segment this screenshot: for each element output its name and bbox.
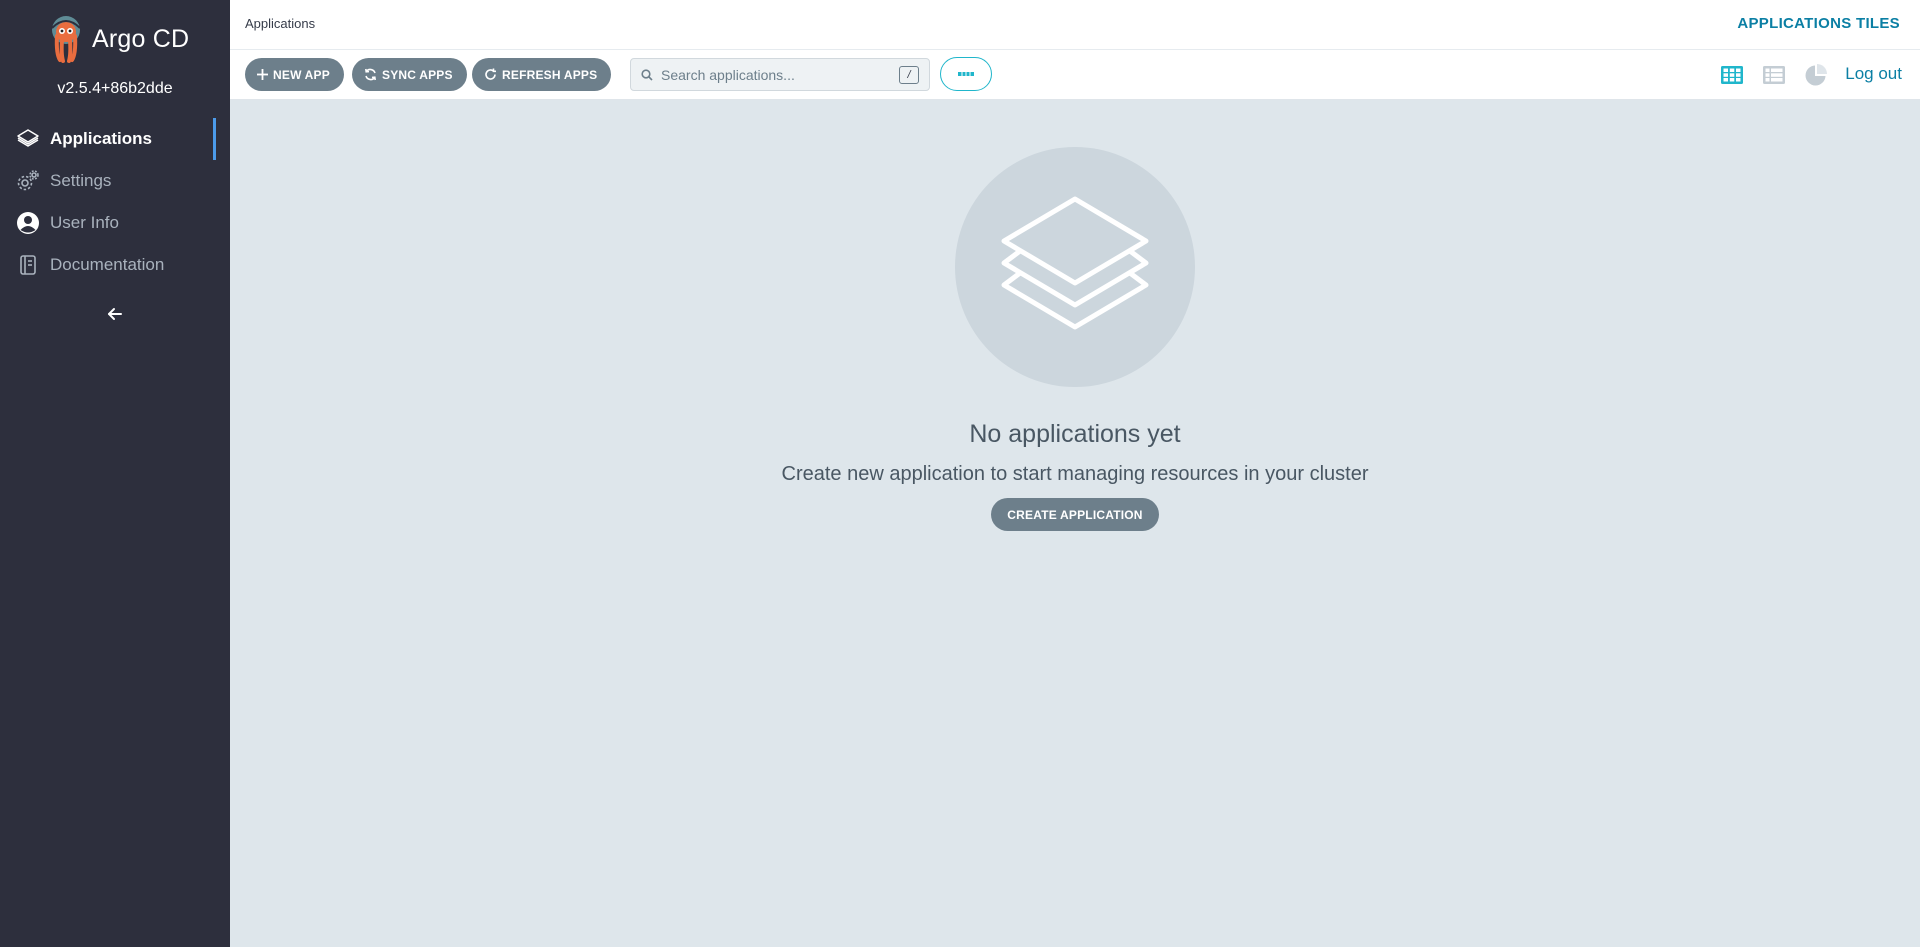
search-box: / [630, 58, 930, 91]
list-view-icon[interactable] [1762, 63, 1786, 87]
plus-icon [257, 69, 268, 80]
search-input[interactable] [661, 66, 881, 83]
book-icon [16, 253, 40, 277]
refresh-apps-label: REFRESH APPS [502, 67, 598, 82]
search-icon [641, 68, 653, 81]
refresh-apps-button[interactable]: REFRESH APPS [472, 58, 612, 91]
sidebar: Argo CD v2.5.4+86b2dde Applications Sett… [0, 0, 230, 947]
sidebar-item-label: Documentation [50, 255, 165, 274]
layers-icon [1001, 196, 1149, 330]
sync-apps-label: SYNC APPS [382, 67, 453, 82]
arrow-left-icon [108, 308, 122, 320]
breadcrumb[interactable]: Applications [245, 16, 315, 31]
logo[interactable]: Argo CD [46, 14, 189, 64]
toolbar: NEW APP SYNC APPS REFRESH APPS / [230, 50, 1920, 100]
sync-apps-button[interactable]: SYNC APPS [352, 58, 467, 91]
sidebar-item-label: User Info [50, 213, 119, 232]
top-bar: Applications APPLICATIONS TILES [230, 0, 1920, 50]
page-title: APPLICATIONS TILES [1737, 15, 1900, 32]
sync-icon [364, 68, 377, 81]
logout-link[interactable]: Log out [1845, 64, 1902, 84]
argo-octopus-logo-icon [51, 16, 81, 63]
search-shortcut-hint: / [899, 66, 919, 84]
layers-icon [16, 127, 40, 151]
refresh-icon [484, 68, 497, 81]
new-app-label: NEW APP [273, 67, 330, 82]
app-version: v2.5.4+86b2dde [57, 80, 173, 97]
sidebar-item-applications[interactable]: Applications [0, 118, 230, 160]
create-application-button[interactable]: CREATE APPLICATION [991, 498, 1159, 531]
collapse-sidebar-button[interactable] [103, 302, 127, 326]
sidebar-item-label: Applications [50, 129, 153, 148]
user-circle-icon [16, 211, 40, 235]
sidebar-item-label: Settings [50, 171, 112, 190]
empty-state-title: No applications yet [969, 420, 1181, 448]
gears-icon [16, 169, 40, 193]
new-app-button[interactable]: NEW APP [245, 58, 344, 91]
empty-state-subtitle: Create new application to start managing… [781, 463, 1369, 485]
filter-toggle-button[interactable] [940, 57, 992, 91]
sidebar-nav: Applications Settings User Info Document… [0, 118, 230, 286]
app-name: Argo CD [92, 24, 190, 53]
sidebar-item-user-info[interactable]: User Info [0, 202, 230, 244]
empty-state-illustration [955, 147, 1195, 387]
summary-view-icon[interactable] [1804, 63, 1828, 87]
sidebar-item-settings[interactable]: Settings [0, 160, 230, 202]
sidebar-item-documentation[interactable]: Documentation [0, 244, 230, 286]
tiles-view-icon[interactable] [1720, 63, 1744, 87]
filter-icon [958, 72, 974, 76]
